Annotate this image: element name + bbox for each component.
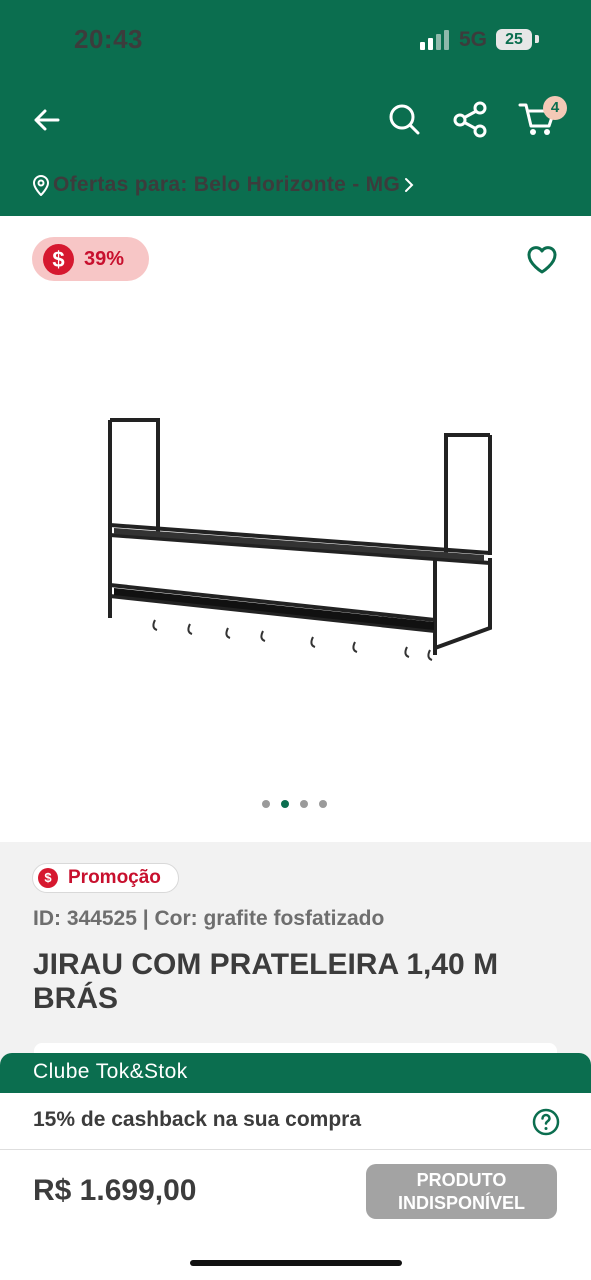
location-text[interactable]: Ofertas para: Belo Horizonte - MG <box>53 173 400 197</box>
pagination-dot[interactable] <box>319 800 327 808</box>
product-image[interactable] <box>100 400 500 675</box>
location-selector[interactable]: Ofertas para: Belo Horizonte - MG <box>32 170 421 200</box>
product-price: R$ 1.699,00 <box>33 1174 197 1207</box>
product-id-color: ID: 344525 | Cor: grafite fosfatizado <box>33 907 385 930</box>
search-icon[interactable] <box>386 100 422 138</box>
location-pin-icon <box>32 175 50 196</box>
pagination-dot[interactable] <box>262 800 270 808</box>
cart-count-badge[interactable]: 4 <box>543 96 567 120</box>
share-icon[interactable] <box>452 100 488 138</box>
dollar-icon: $ <box>43 243 74 275</box>
promotion-label: Promoção <box>68 867 161 888</box>
battery-tip <box>535 35 539 43</box>
pagination-dot[interactable] <box>300 800 308 808</box>
status-time: 20:43 <box>74 24 143 54</box>
favorite-heart-icon[interactable] <box>525 243 559 277</box>
battery-icon: 25 <box>496 29 532 50</box>
discount-percent: 39% <box>84 247 125 270</box>
pagination-dot-active[interactable] <box>281 800 289 808</box>
dollar-icon: $ <box>38 868 58 888</box>
signal-icon <box>420 30 449 50</box>
chevron-right-icon[interactable] <box>400 175 418 195</box>
back-arrow-icon[interactable] <box>30 104 62 136</box>
home-indicator[interactable] <box>190 1260 402 1266</box>
discount-badge: $ 39% <box>32 237 149 281</box>
help-icon[interactable] <box>532 1108 560 1136</box>
unavailable-button[interactable]: PRODUTO INDISPONÍVEL <box>366 1164 557 1219</box>
cashback-text: 15% de cashback na sua compra <box>33 1108 361 1131</box>
promotion-badge: $ Promoção <box>32 863 179 893</box>
club-title: Clube Tok&Stok <box>33 1060 188 1083</box>
gallery-pagination[interactable] <box>262 800 327 808</box>
network-label: 5G <box>459 28 488 51</box>
product-title: JIRAU COM PRATELEIRA 1,40 M BRÁS <box>33 948 499 1015</box>
